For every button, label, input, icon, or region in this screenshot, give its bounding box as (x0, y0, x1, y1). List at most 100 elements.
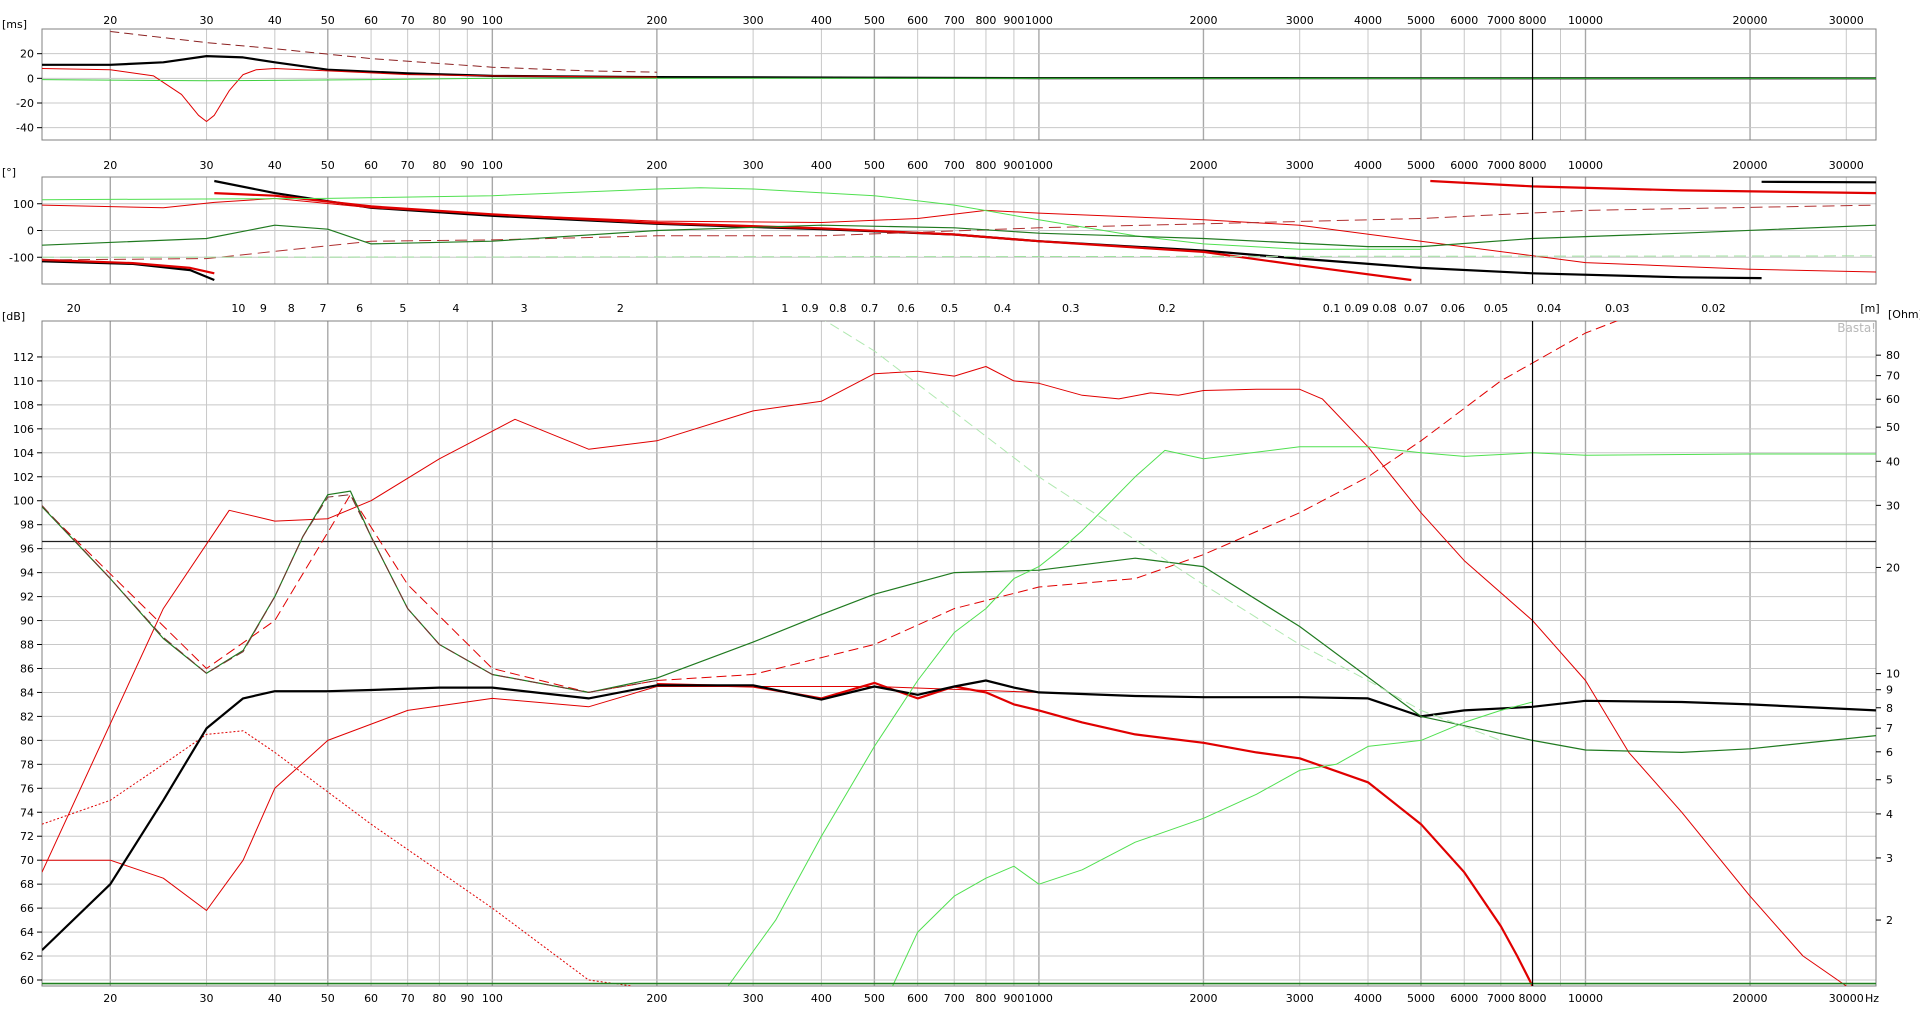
x-tick-label: 40 (268, 159, 282, 172)
x-tick-label: 600 (907, 159, 928, 172)
x-tick-label: 400 (811, 992, 832, 1005)
y-axis-unit: [°] (2, 166, 16, 179)
m-tick-label: 0.7 (861, 302, 879, 315)
y2-tick-label: 4 (1886, 808, 1893, 821)
x-tick-label: 5000 (1407, 14, 1435, 27)
y-tick-label: 68 (20, 878, 34, 891)
m-tick-label: 0.1 (1323, 302, 1341, 315)
x-tick-label: 700 (944, 14, 965, 27)
x-tick-label: 7000 (1487, 14, 1515, 27)
x-tick-label: 700 (944, 159, 965, 172)
y-tick-label: 64 (20, 926, 34, 939)
x-tick-label: 3000 (1286, 992, 1314, 1005)
x-tick-label: 90 (460, 159, 474, 172)
series-group (42, 31, 1876, 122)
x-tick-label: 10000 (1568, 992, 1603, 1005)
x-tick-label: 100 (482, 159, 503, 172)
x-tick-label: 20000 (1733, 159, 1768, 172)
x-tick-label: 30 (200, 14, 214, 27)
x-tick-label: 500 (864, 14, 885, 27)
y-tick-label: 92 (20, 591, 34, 604)
series-line-0 (42, 366, 1847, 986)
x-tick-label: 500 (864, 159, 885, 172)
m-tick-label: 0.2 (1158, 302, 1176, 315)
y-tick-label: 78 (20, 758, 34, 771)
series-line-3 (42, 258, 215, 275)
x-tick-label: 300 (743, 992, 764, 1005)
x-tick-label: 8000 (1519, 14, 1547, 27)
m-tick-label: 0.9 (801, 302, 819, 315)
x-tick-label: 200 (646, 992, 667, 1005)
x-tick-label: 7000 (1487, 159, 1515, 172)
x-tick-label: 300 (743, 159, 764, 172)
x-tick-label: 20 (103, 159, 117, 172)
m-tick-label: 0.07 (1404, 302, 1429, 315)
m-axis-unit: [m] (1860, 302, 1879, 315)
x-tick-label: 30 (200, 992, 214, 1005)
y-tick-label: 108 (13, 399, 34, 412)
x-tick-label: 500 (864, 992, 885, 1005)
y-tick-label: 0 (27, 225, 34, 238)
m-tick-label: 0.09 (1344, 302, 1369, 315)
x-tick-label: 6000 (1450, 14, 1478, 27)
x-tick-label: 20 (103, 14, 117, 27)
spl-panel: 20 30 40 50 60 70 80 90 100 200 300 400 500 600 700 800… (2, 302, 1920, 1005)
x-tick-label: 2000 (1189, 14, 1217, 27)
x-tick-label: 7000 (1487, 992, 1515, 1005)
y-tick-label: 80 (20, 734, 34, 747)
x-tick-label: 8000 (1519, 992, 1547, 1005)
x-tick-label: 10000 (1568, 14, 1603, 27)
y-tick-label: -40 (16, 122, 34, 135)
m-tick-label: 0.03 (1605, 302, 1630, 315)
x-tick-label: 90 (460, 14, 474, 27)
x-tick-label: 800 (975, 992, 996, 1005)
y2-tick-label: 9 (1886, 684, 1893, 697)
x-tick-label: 70 (401, 159, 415, 172)
x-tick-label: 3000 (1286, 159, 1314, 172)
x-tick-label: 70 (401, 14, 415, 27)
series-line-6 (42, 490, 1876, 753)
y-tick-label: -20 (16, 97, 34, 110)
y-tick-label: 90 (20, 615, 34, 628)
y-tick-label: 104 (13, 447, 34, 460)
y2-tick-label: 5 (1886, 774, 1893, 787)
m-tick-label: 0.3 (1062, 302, 1080, 315)
x-tick-label: 4000 (1354, 992, 1382, 1005)
y2-tick-label: 60 (1886, 393, 1900, 406)
x-tick-label: 20000 (1733, 14, 1768, 27)
y2-tick-label: 30 (1886, 499, 1900, 512)
x-tick-label: 600 (907, 14, 928, 27)
y-tick-label: 100 (13, 198, 34, 211)
x-tick-label: 900 (1003, 992, 1024, 1005)
x-tick-label: 300 (743, 14, 764, 27)
m-tick-label: 20 (67, 302, 81, 315)
y2-tick-label: 20 (1886, 561, 1900, 574)
m-tick-label: 10 (231, 302, 245, 315)
x-tick-label: 200 (646, 159, 667, 172)
x-tick-label: 800 (975, 159, 996, 172)
y-tick-label: 86 (20, 662, 34, 675)
y2-tick-label: 2 (1886, 914, 1893, 927)
m-tick-label: 3 (521, 302, 528, 315)
series-line-1 (42, 68, 657, 122)
m-tick-label: 2 (617, 302, 624, 315)
y-tick-label: 76 (20, 782, 34, 795)
m-tick-label: 0.5 (941, 302, 959, 315)
phase-panel: 20 30 40 50 60 70 80 90 100 200 300 400 500 600 700 800… (2, 159, 1877, 285)
y-tick-label: 98 (20, 519, 34, 532)
m-tick-label: 7 (320, 302, 327, 315)
plot-frame (41, 28, 1877, 141)
measurement-chart: 20 30 40 50 60 70 80 90 100 200 300 400 500 600 700 800… (2, 14, 1920, 1005)
y-tick-label: 60 (20, 974, 34, 987)
x-tick-label: 40 (268, 992, 282, 1005)
x-tick-label: 6000 (1450, 159, 1478, 172)
y2-tick-label: 7 (1886, 722, 1893, 735)
x-tick-label: 800 (975, 14, 996, 27)
y2-tick-label: 10 (1886, 668, 1900, 681)
m-tick-label: 1 (781, 302, 788, 315)
x-tick-label: 30000 (1829, 159, 1864, 172)
y-tick-label: 66 (20, 902, 34, 915)
x-tick-label: 30000 (1829, 14, 1864, 27)
y2-tick-label: 8 (1886, 702, 1893, 715)
series-line-0 (42, 260, 215, 282)
